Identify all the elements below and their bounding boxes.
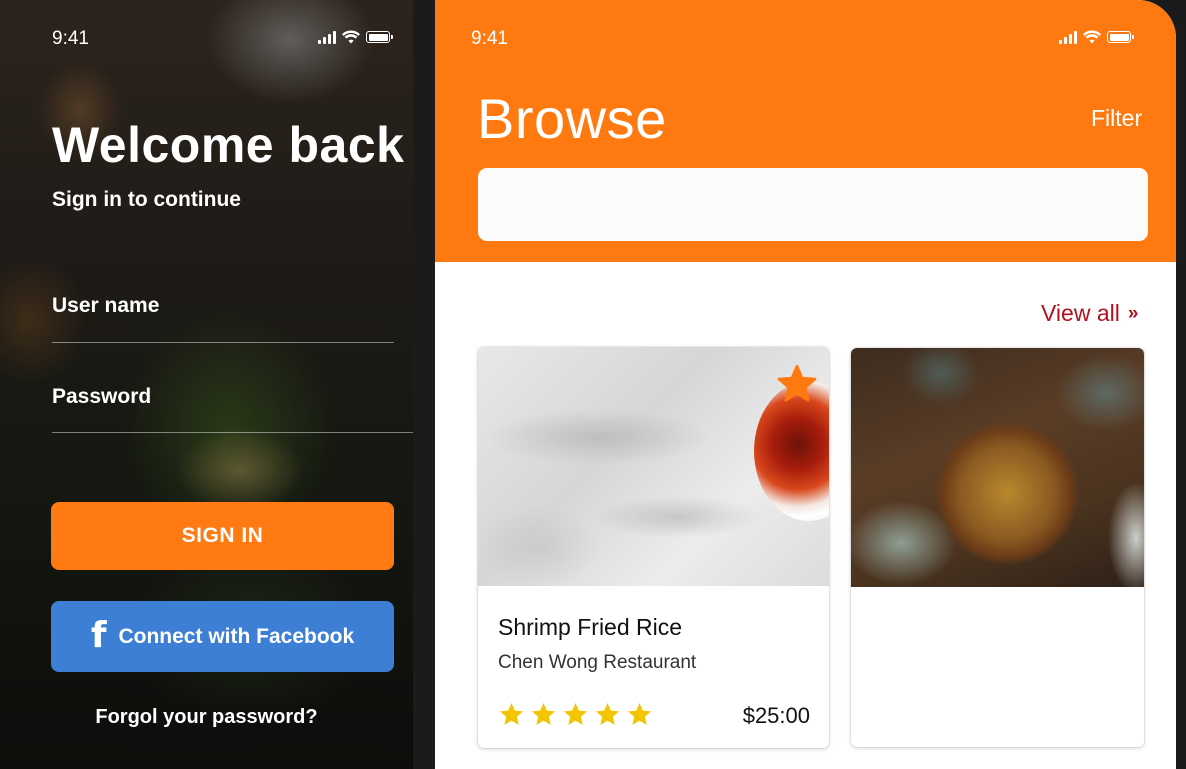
username-input[interactable] [52, 300, 394, 340]
food-photo [851, 348, 1144, 587]
connect-facebook-button[interactable]: f Connect with Facebook [51, 601, 394, 672]
status-icons [318, 30, 393, 44]
page-title: Browse [477, 87, 667, 150]
status-time: 9:41 [471, 28, 508, 49]
forgot-password-link[interactable]: Forgol your password? [0, 706, 413, 729]
food-card[interactable]: Shrimp Fried Rice Chen Wong Restaurant $… [478, 347, 829, 748]
view-all-link[interactable]: View all » [1041, 300, 1138, 327]
dish-name: Shrimp Fried Rice [498, 614, 683, 640]
password-underline [52, 432, 413, 433]
status-time: 9:41 [52, 28, 89, 49]
browse-screen: 9:41 Browse Filter View all » Shrimp Fri… [435, 0, 1176, 769]
star-icon [595, 703, 620, 725]
wifi-icon [1083, 30, 1101, 44]
signal-icon [318, 30, 336, 44]
page-subtitle: Sign in to continue [52, 188, 241, 211]
password-input[interactable] [52, 390, 394, 430]
login-screen: 9:41 Welcome back Sign in to continue Us… [0, 0, 413, 769]
search-input[interactable] [478, 168, 1148, 241]
page-title: Welcome back [52, 117, 405, 173]
signal-icon [1059, 30, 1077, 44]
star-icon [531, 703, 556, 725]
star-icon [563, 703, 588, 725]
battery-icon [1107, 31, 1134, 43]
price: $25:00 [742, 703, 810, 728]
sign-in-button[interactable]: SIGN IN [51, 502, 394, 570]
wifi-icon [342, 30, 360, 44]
food-photo [478, 347, 829, 586]
star-icon [499, 703, 524, 725]
status-icons [1059, 30, 1134, 44]
double-chevron-right-icon: » [1127, 302, 1139, 324]
favorite-star-icon[interactable] [776, 363, 818, 405]
username-underline [52, 342, 394, 343]
filter-button[interactable]: Filter [1091, 105, 1142, 132]
star-icon [627, 703, 652, 725]
restaurant-name: Chen Wong Restaurant [498, 652, 697, 673]
connect-facebook-label: Connect with Facebook [118, 624, 355, 648]
view-all-label: View all [1041, 300, 1120, 326]
rating-stars [498, 701, 653, 728]
food-card[interactable] [851, 348, 1144, 747]
battery-icon [366, 31, 393, 43]
facebook-icon: f [90, 614, 107, 656]
